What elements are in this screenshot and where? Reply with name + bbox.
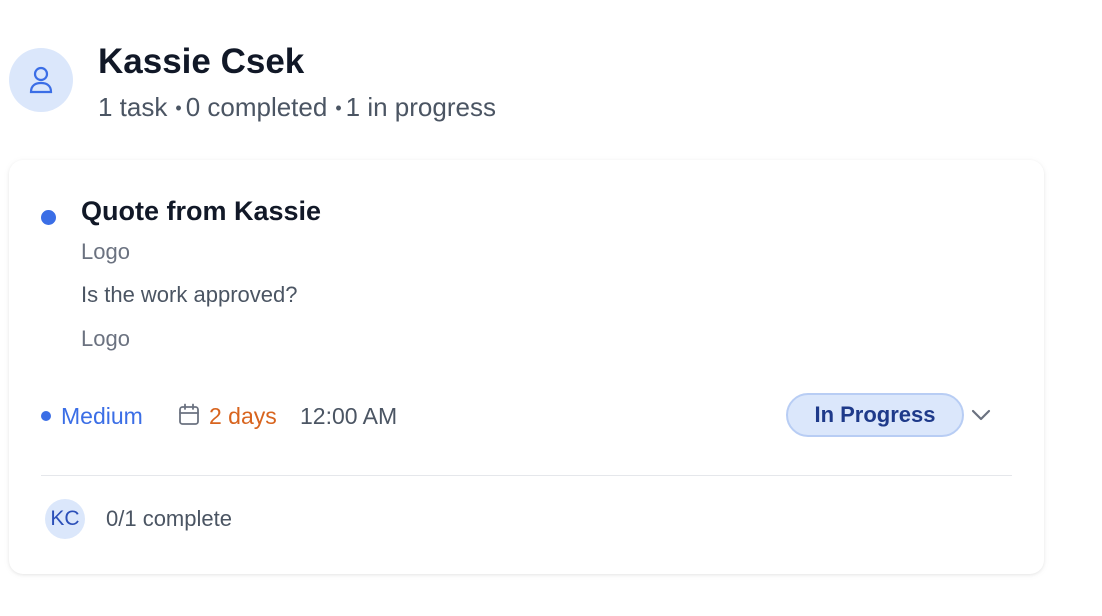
status-badge[interactable]: In Progress bbox=[786, 393, 964, 437]
task-description-line: Is the work approved? bbox=[81, 282, 298, 307]
card-divider bbox=[41, 475, 1012, 476]
user-icon bbox=[29, 66, 53, 94]
completed-count: 0 completed bbox=[185, 92, 328, 122]
stats-separator: • bbox=[335, 98, 342, 118]
due-date-label: 2 days bbox=[209, 403, 277, 429]
task-title[interactable]: Quote from Kassie bbox=[81, 193, 321, 229]
task-card[interactable]: Quote from Kassie Logo Is the work appro… bbox=[9, 160, 1044, 574]
user-header: Kassie Csek 1 task • 0 completed • 1 in prog… bbox=[9, 40, 496, 126]
stats-separator: • bbox=[175, 98, 182, 118]
task-status-dot bbox=[41, 210, 56, 225]
priority-dot bbox=[41, 411, 51, 421]
calendar-icon bbox=[179, 403, 199, 425]
due-time-label: 12:00 AM bbox=[300, 403, 398, 429]
progress-label: 0/1 complete bbox=[106, 506, 232, 531]
task-meta-row: Medium 2 days 12:00 AM In Progress bbox=[41, 393, 1001, 437]
in-progress-count: 1 in progress bbox=[345, 92, 496, 122]
user-stats: 1 task • 0 completed • 1 in progress bbox=[98, 91, 496, 126]
user-name: Kassie Csek bbox=[98, 42, 305, 81]
chevron-down-icon[interactable] bbox=[969, 403, 993, 427]
assignee-avatar[interactable]: KC bbox=[45, 499, 85, 539]
task-description-line: Logo bbox=[81, 326, 130, 351]
priority-label: Medium bbox=[61, 403, 143, 429]
task-description-line: Logo bbox=[81, 239, 130, 264]
avatar bbox=[9, 48, 73, 112]
task-count: 1 task bbox=[98, 92, 168, 122]
